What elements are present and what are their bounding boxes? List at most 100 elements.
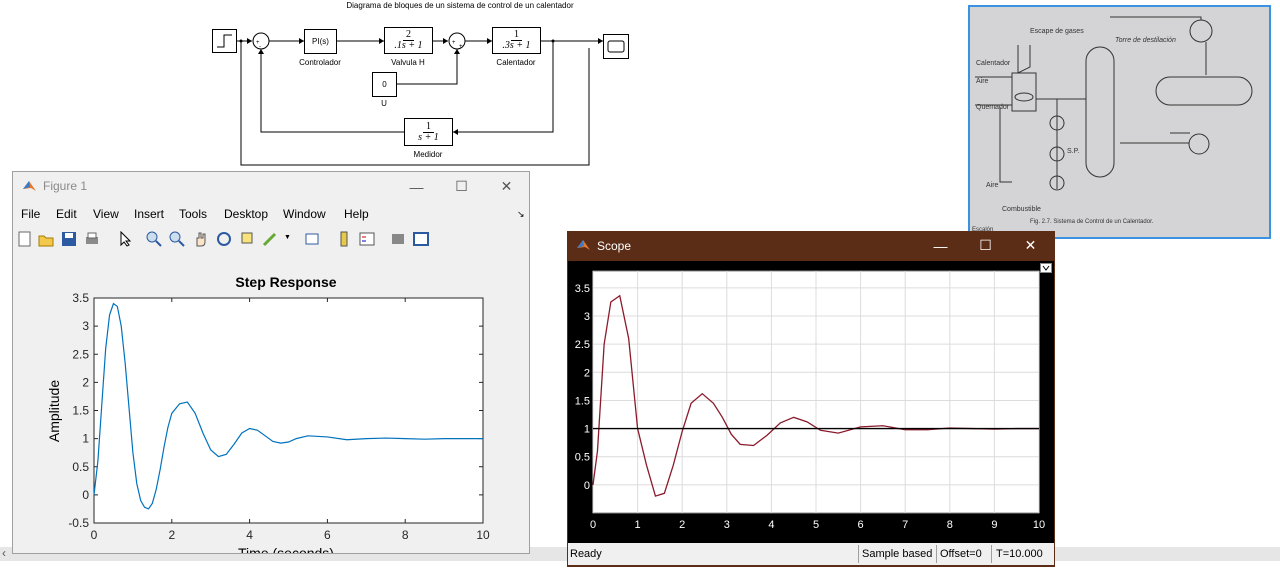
photo-label-air-2: Aire <box>986 182 999 189</box>
meter-block[interactable]: 1s + 1 <box>404 118 453 146</box>
x-tick-label: 4 <box>246 528 253 542</box>
x-tick-label: 2 <box>168 528 175 542</box>
rotate-3d-icon[interactable] <box>216 231 232 247</box>
y-tick-label: 3 <box>82 319 89 333</box>
scope-screen-icon <box>607 40 625 53</box>
y-tick-label: 1 <box>82 432 89 446</box>
link-plot-icon[interactable] <box>304 231 320 247</box>
save-icon[interactable] <box>61 231 77 247</box>
legend-icon[interactable] <box>359 231 375 247</box>
scope-x-tick-label: 1 <box>635 519 641 531</box>
menu-edit[interactable]: Edit <box>56 207 77 221</box>
status-divider <box>936 545 937 563</box>
y-tick-label: -0.5 <box>68 516 89 530</box>
scope-plot-area: 0 1 2 3 4 5 6 7 8 9 10 0 0.5 1 1.5 2 2.5 3 3.5 <box>568 261 1054 543</box>
scope-x-tick-label: 9 <box>991 519 997 531</box>
scope-y-tick-label: 3 <box>584 311 590 323</box>
scroll-left-icon[interactable]: ‹ <box>2 546 6 560</box>
matlab-logo-icon <box>577 240 590 250</box>
scope-x-tick-label: 3 <box>724 519 730 531</box>
scope-titlebar[interactable]: Scope — ☐ ✕ <box>567 231 1055 260</box>
menu-tools[interactable]: Tools <box>179 207 207 221</box>
y-tick-label: 0.5 <box>72 460 89 474</box>
menu-view[interactable]: View <box>93 207 119 221</box>
step-response-chart[interactable]: Step Response Amplitude Time (seconds) 0… <box>14 254 529 561</box>
heater-block[interactable]: 1.3s + 1 <box>492 27 541 54</box>
scope-x-tick-label: 8 <box>947 519 953 531</box>
step-source-block[interactable] <box>212 29 237 53</box>
meter-num: 1 <box>422 121 434 133</box>
controller-content: PI(s) <box>312 37 329 46</box>
scope-block[interactable] <box>603 34 629 59</box>
controller-block[interactable]: PI(s) <box>304 29 337 54</box>
y-tick-label: 2.5 <box>72 347 89 361</box>
scope-y-tick-label: 0 <box>584 480 590 492</box>
scope-maximize-button[interactable]: ☐ <box>963 231 1008 260</box>
scope-y-tick-label: 2.5 <box>575 339 590 351</box>
close-button[interactable]: ✕ <box>484 172 529 201</box>
brush-icon[interactable] <box>262 231 278 247</box>
menu-help[interactable]: Help <box>344 207 369 221</box>
x-tick-label: 10 <box>476 528 490 542</box>
brush-dropdown-icon[interactable]: ▼ <box>284 234 291 241</box>
matlab-logo-icon <box>23 181 36 191</box>
disturbance-content: 0 <box>382 80 387 89</box>
print-icon[interactable] <box>84 231 100 247</box>
photo-label-gases: Escape de gases <box>1030 28 1084 35</box>
scope-y-tick-label: 2 <box>584 367 590 379</box>
photo-label-air-1: Aire <box>976 78 989 85</box>
scope-minimize-button[interactable]: — <box>918 231 963 260</box>
dock-arrow-icon[interactable]: ↘ <box>517 209 525 220</box>
scope-x-tick-label: 2 <box>679 519 685 531</box>
x-tick-label: 0 <box>91 528 98 542</box>
scope-close-button[interactable]: ✕ <box>1008 231 1053 260</box>
menu-window[interactable]: Window <box>283 207 326 221</box>
data-cursor-icon[interactable] <box>239 231 255 247</box>
minimize-button[interactable]: — <box>394 172 439 201</box>
y-tick-label: 0 <box>82 488 89 502</box>
zoom-out-icon[interactable] <box>169 231 185 247</box>
heater-label: Calentador <box>496 58 536 67</box>
menu-desktop[interactable]: Desktop <box>224 207 268 221</box>
status-divider <box>991 545 992 563</box>
heater-den: .3s + 1 <box>502 40 531 51</box>
maximize-button[interactable]: ☐ <box>439 172 484 201</box>
pointer-icon[interactable] <box>117 231 133 247</box>
valve-block[interactable]: 2.1s + 1 <box>384 27 433 54</box>
scope-dock-icon[interactable] <box>1040 263 1052 273</box>
zoom-in-icon[interactable] <box>146 231 162 247</box>
figure1-menubar: File Edit View Insert Tools Desktop Wind… <box>13 201 529 227</box>
scope-chart[interactable]: 0 1 2 3 4 5 6 7 8 9 10 0 0.5 1 1.5 2 2.5 3 3.5 <box>568 261 1054 543</box>
status-offset: Offset=0 <box>940 548 982 560</box>
photo-label-burner: Quemador <box>976 104 1010 111</box>
svg-text:-: - <box>259 44 261 50</box>
pan-icon[interactable] <box>193 231 209 247</box>
valve-den: .1s + 1 <box>394 40 423 51</box>
scope-y-tick-label: 1.5 <box>575 395 590 407</box>
chart-title: Step Response <box>235 274 336 290</box>
x-tick-label: 8 <box>402 528 409 542</box>
status-divider <box>858 545 859 563</box>
y-axis-label: Amplitude <box>46 380 62 442</box>
scope-y-tick-label: 1 <box>584 424 590 436</box>
status-time: T=10.000 <box>996 548 1043 560</box>
figure1-axes-area: Step Response Amplitude Time (seconds) 0… <box>14 254 529 561</box>
heater-photo: Escape de gases Torre de destilación Cal… <box>968 5 1271 239</box>
open-file-icon[interactable] <box>38 231 54 247</box>
figure1-titlebar[interactable]: Figure 1 — ☐ ✕ <box>13 172 529 201</box>
diagram-wires: + - + + <box>237 32 603 166</box>
menu-insert[interactable]: Insert <box>134 207 164 221</box>
scope-statusbar: Ready Sample based Offset=0 T=10.000 <box>568 543 1054 565</box>
figure1-window: Figure 1 — ☐ ✕ File Edit View Insert Too… <box>12 171 530 561</box>
scope-y-tick-label: 0.5 <box>575 452 590 464</box>
hide-tools-icon[interactable] <box>390 231 406 247</box>
y-tick-label: 2 <box>82 375 89 389</box>
disturbance-block[interactable]: 0 <box>372 72 397 97</box>
new-figure-icon[interactable] <box>17 231 33 247</box>
show-tools-icon[interactable] <box>413 231 429 247</box>
colorbar-icon[interactable] <box>336 231 352 247</box>
scope-x-tick-label: 7 <box>902 519 908 531</box>
scope-x-tick-label: 0 <box>590 519 596 531</box>
menu-file[interactable]: File <box>21 207 40 221</box>
photo-label-tower: Torre de destilación <box>1115 37 1176 44</box>
